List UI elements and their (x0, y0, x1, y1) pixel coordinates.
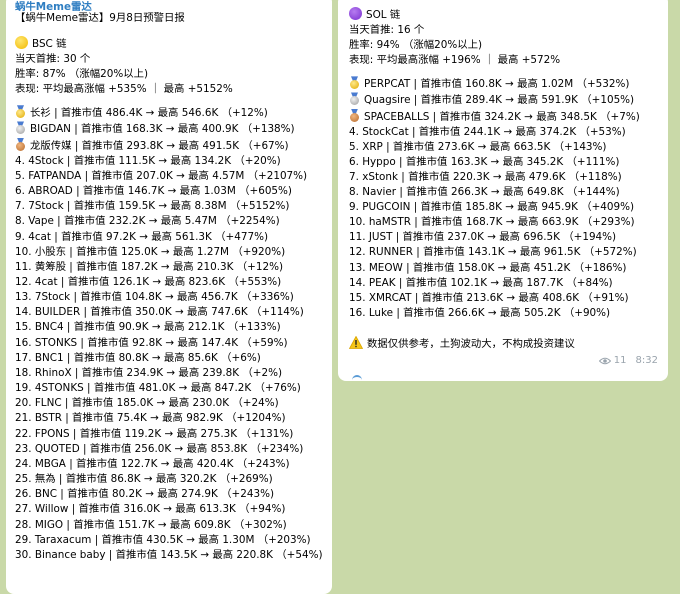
left-ranking-row: 25. 無為 | 首推市值 86.8K → 最高 320.2K （+269%) (15, 473, 273, 486)
left-ranking-row: 10. 小股东 | 首推市值 125.0K → 最高 1.27M （+920%) (15, 245, 286, 258)
left-ranking-row: 龙版传媒 | 首推市值 293.8K → 最高 491.5K （+67%) (15, 137, 332, 154)
right-ranking-row: 10. haMSTR | 首推市值 168.7K → 最高 663.9K （+2… (349, 216, 635, 229)
left-ranking-row: 29. Taraxacum | 首推市值 430.5K → 最高 1.30M （… (15, 533, 311, 546)
left-ranking-row: 13. 7Stock | 首推市值 104.8K → 最高 456.7K （+3… (15, 291, 294, 304)
message-meta: 11 8:32 (598, 355, 658, 366)
left-ranking-row: 14. BUILDER | 首推市值 350.0K → 最高 747.6K （+… (15, 306, 304, 319)
bsc-today-count: 当天首推: 30 个 (15, 52, 91, 65)
sender-name[interactable]: 蜗牛Meme雷达 (15, 0, 332, 11)
eye-icon (598, 357, 611, 364)
right-ranking-row: 15. XMRCAT | 首推市值 213.6K → 最高 408.6K （+9… (349, 291, 629, 304)
left-ranking-row: BIGDAN | 首推市值 168.3K → 最高 400.9K （+138%) (15, 121, 332, 137)
gold-medal-icon (349, 76, 360, 90)
sol-win-rate: 胜率: 94% （涨幅20%以上) (349, 39, 483, 52)
ranking-text: BIGDAN | 首推市值 168.3K → 最高 400.9K （+138%) (30, 123, 295, 136)
bsc-win-rate: 胜率: 87% （涨幅20%以上) (15, 67, 149, 80)
view-count: 11 (613, 355, 627, 366)
sol-chain-heading: SOL 链 (349, 7, 668, 23)
left-ranking-row: 6. ABROAD | 首推市值 146.7K → 最高 1.03M （+605… (15, 185, 292, 198)
disclaimer-text: 数据仅供参考，土狗波动大，不构成投资建议 (367, 337, 575, 350)
sol-chain-label: SOL 链 (366, 9, 401, 21)
left-ranking-row: 15. BNC4 | 首推市值 90.9K → 最高 212.1K （+133%… (15, 321, 281, 334)
right-ranking-row: 14. PEAK | 首推市值 102.1K → 最高 187.7K （+84%… (349, 276, 613, 289)
ranking-text: PERPCAT | 首推市值 160.8K → 最高 1.02M （+532%) (364, 78, 630, 91)
left-ranking-row: 9. 4cat | 首推市值 97.2K → 最高 561.3K （+477%) (15, 230, 269, 243)
message-time: 8:32 (635, 355, 658, 366)
left-ranking-row: 4. 4Stock | 首推市值 111.5K → 最高 134.2K （+20… (15, 154, 281, 167)
right-ranking-row: 5. XRP | 首推市值 273.6K → 最高 663.5K （+143%) (349, 140, 607, 153)
right-ranking-row: 7. xStonk | 首推市值 220.3K → 最高 479.6K （+11… (349, 170, 622, 183)
bronze-medal-icon (349, 108, 360, 123)
left-ranking-row: 12. 4cat | 首推市值 126.1K → 最高 823.6K （+553… (15, 276, 282, 288)
message-bubble-sol: SOL 链 当天首推: 16 个 胜率: 94% （涨幅20%以上) 表现: 平… (338, 0, 668, 381)
ranking-text: 龙版传媒 | 首推市值 293.8K → 最高 491.5K （+67%) (30, 139, 289, 152)
ranking-text: Quagsire | 首推市值 289.4K → 最高 591.9K （+105… (364, 94, 635, 107)
left-ranking-row: 21. BSTR | 首推市值 75.4K → 最高 982.9K （+1204… (15, 412, 286, 425)
sol-performance: 表现: 平均最高涨幅 +196% ｜ 最高 +572% (349, 54, 561, 67)
left-ranking-row: 17. BNC1 | 首推市值 80.8K → 最高 85.6K （+6%) (15, 351, 261, 364)
sol-today-count: 当天首推: 16 个 (349, 24, 425, 37)
left-ranking-row: 28. MIGO | 首推市值 151.7K → 最高 609.8K （+302… (15, 518, 287, 531)
left-ranking-row: 5. FATPANDA | 首推市值 207.0K → 最高 4.57M （+2… (15, 169, 308, 182)
right-ranking-row: 9. PUGCOIN | 首推市值 185.8K → 最高 945.9K （+4… (349, 201, 635, 214)
left-ranking-row: 长衫 | 首推市值 486.4K → 最高 546.6K （+12%) (15, 105, 332, 121)
left-ranking-row: 23. QUOTED | 首推市值 256.0K → 最高 853.8K （+2… (15, 442, 304, 455)
silver-medal-icon (349, 92, 360, 106)
bronze-medal-icon (15, 137, 26, 152)
left-ranking-row: 8. Vape | 首推市值 232.2K → 最高 5.47M （+2254%… (15, 215, 280, 228)
right-ranking-row: 12. RUNNER | 首推市值 143.1K → 最高 961.5K （+5… (349, 246, 637, 259)
message-bubble-bsc: 蜗牛Meme雷达 【蜗牛Meme雷达】9月8日预警日报 BSC 链 当天首推: … (6, 0, 332, 594)
left-ranking-row: 19. 4STONKS | 首推市值 481.0K → 最高 847.2K （+… (15, 382, 301, 395)
left-ranking-row: 27. Willow | 首推市值 316.0K → 最高 613.3K （+9… (15, 503, 286, 516)
left-ranking-row: 26. BNC | 首推市值 80.2K → 最高 274.9K （+243%) (15, 488, 275, 501)
right-ranking-row: 4. StockCat | 首推市值 244.1K → 最高 374.2K （+… (349, 125, 626, 138)
right-ranking-row: 13. MEOW | 首推市值 158.0K → 最高 451.2K （+186… (349, 261, 627, 274)
right-ranking-row: SPACEBALLS | 首推市值 324.2K → 最高 348.5K （+7… (349, 108, 668, 125)
left-ranking-row: 18. RhinoX | 首推市值 234.9K → 最高 239.8K （+2… (15, 366, 283, 379)
reply-indicator[interactable] (352, 375, 362, 385)
yellow-circle-icon (15, 35, 28, 49)
right-ranking-row: 11. JUST | 首推市值 237.0K → 最高 696.5K （+194… (349, 231, 617, 244)
silver-medal-icon (15, 121, 26, 135)
left-ranking-row: 11. 黄筹股 | 首推市值 187.2K → 最高 210.3K （+12%) (15, 260, 284, 273)
right-ranking-row: 16. Luke | 首推市值 266.6K → 最高 505.2K （+90%… (349, 306, 611, 319)
left-ranking-row: 24. MBGA | 首推市值 122.7K → 最高 420.4K （+243… (15, 457, 290, 470)
right-ranking-row: Quagsire | 首推市值 289.4K → 最高 591.9K （+105… (349, 92, 668, 108)
right-ranking-row: PERPCAT | 首推市值 160.8K → 最高 1.02M （+532%) (349, 76, 668, 92)
right-ranking-row: 6. Hyppo | 首推市值 163.3K → 最高 345.2K （+111… (349, 155, 620, 168)
gold-medal-icon (15, 105, 26, 119)
bsc-chain-label: BSC 链 (32, 37, 67, 50)
bsc-chain-heading: BSC 链 (15, 35, 332, 52)
left-ranking-row: 7. 7Stock | 首推市值 159.5K → 最高 8.38M （+515… (15, 200, 290, 213)
report-title: 【蜗牛Meme雷达】9月8日预警日报 (15, 12, 185, 24)
ranking-text: SPACEBALLS | 首推市值 324.2K → 最高 348.5K （+7… (364, 110, 640, 123)
left-ranking-row: 30. Binance baby | 首推市值 143.5K → 最高 220.… (15, 548, 323, 561)
left-ranking-row: 22. FPONS | 首推市值 119.2K → 最高 275.3K （+13… (15, 427, 294, 440)
left-ranking-row: 20. FLNC | 首推市值 185.0K → 最高 230.0K （+24%… (15, 397, 279, 410)
disclaimer: 数据仅供参考，土狗波动大，不构成投资建议 (349, 335, 668, 351)
right-ranking-row: 8. Navier | 首推市值 266.3K → 最高 649.8K （+14… (349, 186, 620, 199)
purple-circle-icon (349, 7, 362, 20)
ranking-text: 长衫 | 首推市值 486.4K → 最高 546.6K （+12%) (30, 107, 268, 120)
warning-icon (349, 335, 363, 349)
left-ranking-row: 16. STONKS | 首推市值 92.8K → 最高 147.4K （+59… (15, 336, 288, 349)
bsc-performance: 表现: 平均最高涨幅 +535% ｜ 最高 +5152% (15, 83, 233, 96)
